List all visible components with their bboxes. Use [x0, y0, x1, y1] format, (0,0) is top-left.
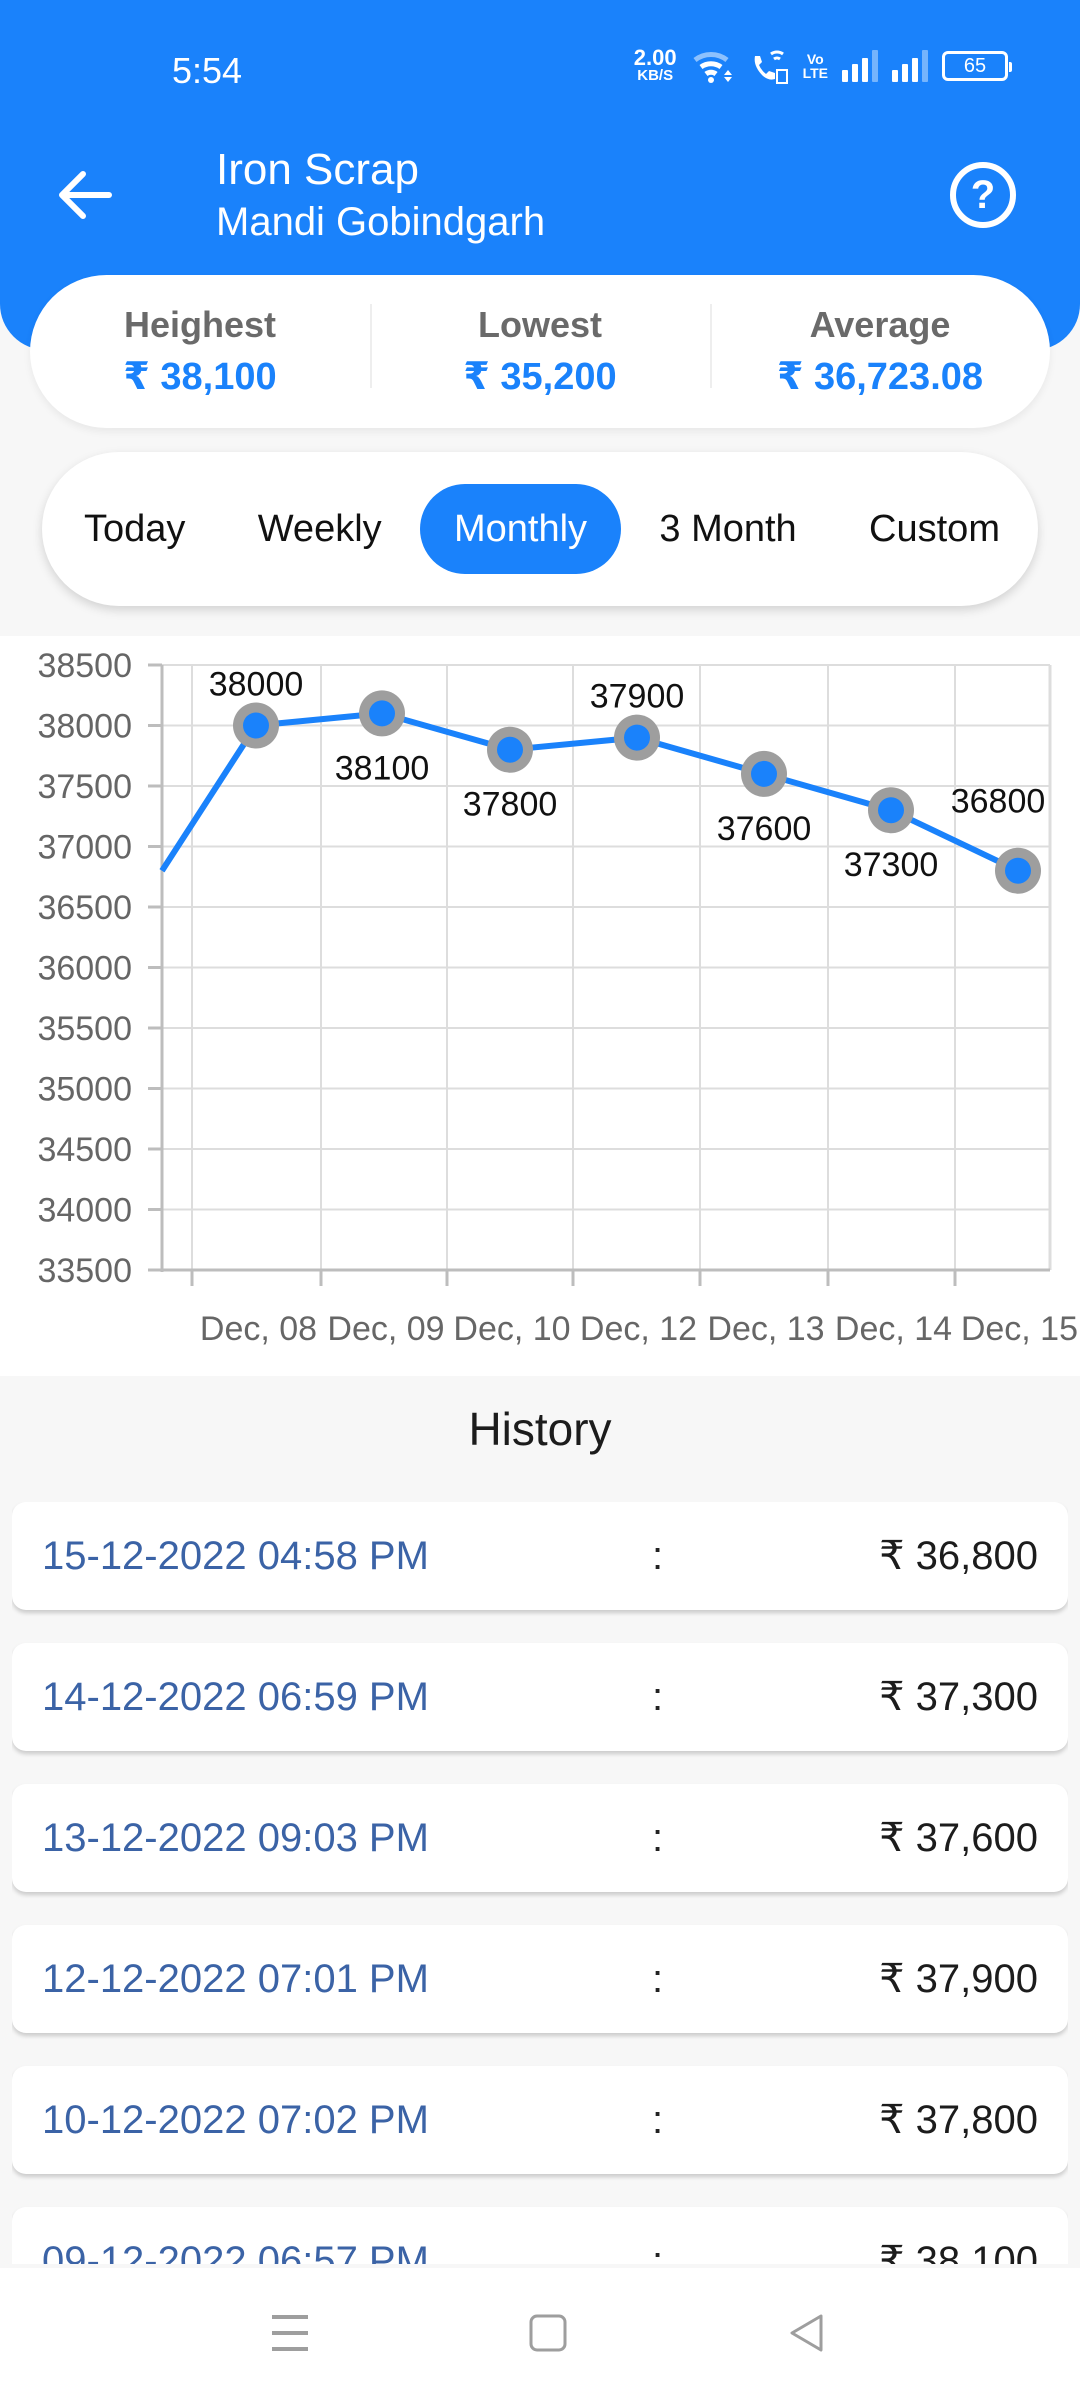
nav-menu-button[interactable] — [260, 2308, 320, 2358]
history-price: ₹ 37,300 — [879, 1675, 1038, 1719]
stat-lowest: Lowest ₹ 35,200 — [370, 304, 710, 399]
arrow-left-icon — [59, 171, 112, 219]
help-button[interactable]: ? — [950, 162, 1016, 228]
page-subtitle: Mandi Gobindgarh — [216, 200, 546, 244]
nav-home-button[interactable] — [518, 2308, 578, 2358]
stat-label: Lowest — [477, 304, 602, 345]
y-tick-label: 34500 — [37, 1131, 132, 1169]
data-label: 37300 — [844, 846, 939, 884]
price-chart: 38500 38000 37500 37000 36500 36000 35500 35000… — [0, 636, 1080, 1376]
nav-back-button[interactable] — [776, 2308, 836, 2358]
volte-icon: Vo LTE — [802, 51, 828, 81]
stat-value: ₹ 38,100 — [123, 356, 277, 398]
stat-label: Heighest — [123, 304, 277, 345]
status-time: 5:54 — [172, 50, 243, 91]
wifi-calling-icon — [754, 50, 788, 84]
y-tick-label: 35500 — [37, 1010, 132, 1048]
tab-3-month[interactable]: 3 Month — [625, 484, 830, 574]
history-item[interactable]: 09-12-2022 06:57 PM : ₹ 38,100 — [12, 2207, 1068, 2264]
data-point — [624, 724, 650, 751]
tab-monthly[interactable]: Monthly — [419, 484, 622, 574]
history-item[interactable]: 12-12-2022 07:01 PM : ₹ 37,900 — [12, 1925, 1068, 2033]
data-label: 38100 — [335, 749, 430, 787]
history-item[interactable]: 14-12-2022 06:59 PM : ₹ 37,300 — [12, 1643, 1068, 1751]
x-tick-label: Dec, 12 — [580, 1310, 697, 1348]
history-price: ₹ 37,600 — [879, 1816, 1038, 1860]
status-icons: 2.00 KB/S Vo LTE 65 — [633, 45, 1012, 84]
page-title: Iron Scrap — [216, 145, 419, 194]
data-label: 37600 — [717, 810, 812, 848]
wifi-icon — [693, 52, 732, 83]
data-point — [243, 712, 269, 739]
tab-weekly[interactable]: Weekly — [224, 484, 416, 574]
stat-value: ₹ 36,723.08 — [776, 356, 984, 398]
y-tick-label: 35000 — [37, 1071, 132, 1109]
y-tick-label: 36500 — [37, 889, 132, 927]
history-separator: : — [652, 1533, 664, 1578]
history-item[interactable]: 13-12-2022 09:03 PM : ₹ 37,600 — [12, 1784, 1068, 1892]
stat-label: Average — [809, 304, 951, 345]
history-separator: : — [652, 2097, 664, 2142]
history-separator: : — [652, 1674, 664, 1719]
history-list[interactable]: 15-12-2022 04:58 PM : ₹ 36,800 14-12-202… — [12, 1502, 1068, 2264]
history-heading: History — [468, 1403, 612, 1455]
history-item[interactable]: 15-12-2022 04:58 PM : ₹ 36,800 — [12, 1502, 1068, 1610]
stat-highest: Heighest ₹ 38,100 — [30, 304, 370, 399]
history-price: ₹ 36,800 — [879, 1534, 1038, 1578]
status-bar: 5:54 2.00 KB/S Vo LTE 65 — [0, 0, 1080, 140]
history-separator: : — [652, 1815, 664, 1860]
y-tick-label: 38500 — [37, 647, 132, 685]
signal-icon-sim1 — [842, 50, 878, 82]
history-separator: : — [652, 1956, 664, 2001]
question-circle-icon: ? — [970, 172, 996, 217]
x-tick-label: Dec, 15 — [961, 1310, 1078, 1348]
history-datetime: 13-12-2022 09:03 PM — [42, 1815, 429, 1860]
history-price: ₹ 37,900 — [879, 1957, 1038, 2001]
x-tick-label: Dec, 10 — [453, 1310, 570, 1348]
y-tick-label: 36000 — [37, 950, 132, 988]
stat-value: ₹ 35,200 — [463, 356, 617, 398]
tab-today[interactable]: Today — [84, 484, 219, 574]
period-tabs: Today Weekly Monthly 3 Month Custom — [42, 452, 1038, 606]
history-datetime: 09-12-2022 06:57 PM — [42, 2238, 429, 2265]
x-tick-label: Dec, 14 — [835, 1310, 952, 1348]
data-point — [751, 760, 777, 787]
history-item[interactable]: 10-12-2022 07:02 PM : ₹ 37,800 — [12, 2066, 1068, 2174]
history-datetime: 15-12-2022 04:58 PM — [42, 1533, 429, 1578]
y-tick-label: 38000 — [37, 708, 132, 746]
menu-icon — [272, 2315, 308, 2351]
data-point — [369, 700, 395, 727]
history-separator: : — [652, 2238, 664, 2265]
stat-average: Average ₹ 36,723.08 — [710, 304, 1050, 399]
data-label: 38000 — [209, 666, 304, 704]
data-label: 36800 — [951, 783, 1046, 821]
line-chart: 38500 38000 37500 37000 36500 36000 35500 35000… — [37, 647, 1078, 1348]
battery-icon: 65 — [942, 51, 1012, 81]
y-tick-label: 33500 — [37, 1252, 132, 1290]
history-price: ₹ 37,800 — [879, 2098, 1038, 2142]
y-tick-label: 34000 — [37, 1192, 132, 1230]
x-tick-label: Dec, 13 — [707, 1310, 824, 1348]
y-tick-label: 37000 — [37, 829, 132, 867]
data-label: 37800 — [463, 786, 558, 824]
back-button[interactable] — [50, 160, 120, 230]
data-point — [497, 736, 523, 763]
home-icon — [529, 2314, 567, 2352]
network-speed: 2.00 KB/S — [633, 45, 677, 84]
history-datetime: 10-12-2022 07:02 PM — [42, 2097, 429, 2142]
data-point — [878, 797, 904, 824]
tab-custom[interactable]: Custom — [835, 484, 1000, 574]
system-nav-bar — [0, 2268, 1080, 2400]
price-summary-card: Heighest ₹ 38,100 Lowest ₹ 35,200 Averag… — [30, 275, 1050, 428]
history-datetime: 12-12-2022 07:01 PM — [42, 1956, 429, 2001]
x-tick-label: Dec, 08 — [200, 1310, 317, 1348]
data-point — [1005, 857, 1031, 884]
history-price: ₹ 38,100 — [879, 2239, 1038, 2264]
signal-icon-sim2 — [892, 50, 928, 82]
history-datetime: 14-12-2022 06:59 PM — [42, 1674, 429, 1719]
data-label: 37900 — [590, 678, 685, 716]
x-tick-label: Dec, 09 — [327, 1310, 444, 1348]
y-tick-label: 37500 — [37, 768, 132, 806]
back-icon — [790, 2314, 823, 2352]
